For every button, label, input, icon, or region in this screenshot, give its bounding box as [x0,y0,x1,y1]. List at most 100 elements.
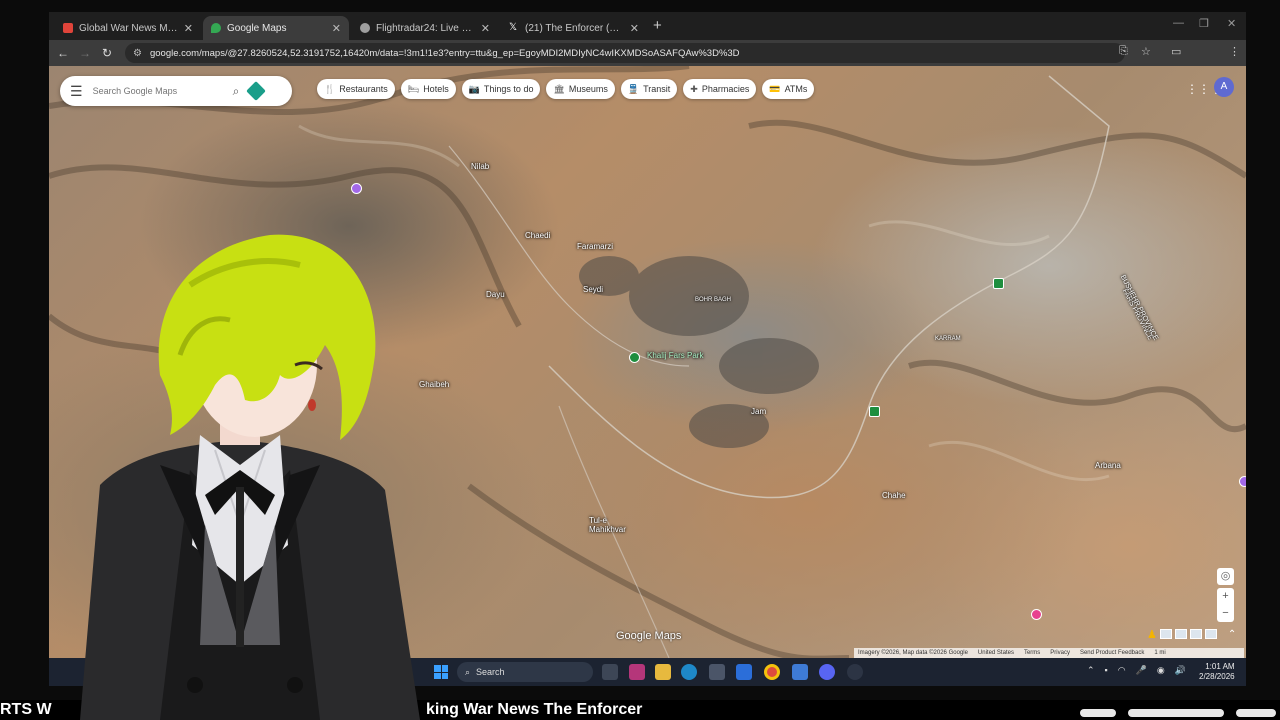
directions-icon[interactable] [246,81,267,101]
atm-icon: 💳 [769,83,781,94]
layer-thumb[interactable] [1159,629,1172,639]
restore-icon[interactable]: ❐ [1199,17,1209,30]
privacy-link[interactable]: Privacy [1050,650,1070,656]
scale-label[interactable]: 1 mi [1154,650,1165,656]
edge-icon[interactable] [681,664,697,680]
taskbar-clock[interactable]: 1:01 AM 2/28/2026 [1199,662,1235,682]
app-icon[interactable] [792,664,808,680]
tab-global-war-news[interactable]: Global War News Map Day 14 ( ✕ [55,16,201,40]
chrome-icon[interactable] [764,664,780,680]
place-label[interactable]: Arbana [1095,461,1121,470]
zoom-out-button[interactable]: − [1217,605,1234,622]
close-tab-icon[interactable]: ✕ [481,22,490,35]
chip-label: Restaurants [339,84,388,94]
search-icon[interactable]: ⌕ [233,84,240,99]
close-tab-icon[interactable]: ✕ [332,22,341,35]
chip-pharmacies[interactable]: ✚ Pharmacies [683,79,757,99]
minimize-icon[interactable]: — [1173,17,1184,29]
chip-museums[interactable]: 🏛 Museums [546,79,615,99]
chip-atms[interactable]: 💳 ATMs [762,79,815,99]
address-bar[interactable]: ⚙ google.com/maps/@27.8260524,52.3191752… [125,43,1125,63]
tab-flightradar[interactable]: Flightradar24: Live Flight Tracke ✕ [352,16,498,40]
place-label[interactable]: Nilab [471,162,489,171]
chip-restaurants[interactable]: 🍴 Restaurants [317,79,395,99]
browser-toolbar: ← → ↻ ⚙ google.com/maps/@27.8260524,52.3… [49,40,1246,87]
my-location-icon[interactable]: ◎ [1217,568,1234,585]
speaker-icon[interactable]: 🔊 [1175,665,1186,676]
layer-thumb[interactable] [1204,629,1217,639]
map-attribution: Imagery ©2026, Map data ©2026 Google Uni… [854,648,1244,658]
place-label[interactable]: Chaedi [525,231,550,240]
vtuber-avatar [80,234,420,720]
chip-label: Pharmacies [701,84,750,94]
url-text[interactable]: google.com/maps/@27.8260524,52.3191752,1… [150,48,740,59]
region-link[interactable]: United States [978,650,1014,656]
outlook-icon[interactable] [736,664,752,680]
layer-thumb[interactable] [1189,629,1202,639]
browser-menu-icon[interactable]: ⋮ [1229,45,1240,58]
wifi-icon[interactable]: ◠ [1118,665,1126,676]
poi-pin-icon[interactable] [351,183,362,194]
window-close-icon[interactable]: ✕ [1227,17,1236,30]
place-label[interactable]: KARRAM [935,336,961,342]
chip-label: Things to do [483,84,534,94]
poi-pin-icon[interactable] [1031,609,1042,620]
x-favicon-icon: 𝕏 [509,22,518,33]
obs-icon[interactable] [847,664,863,680]
maps-account-avatar[interactable]: A [1214,77,1234,97]
chevron-up-icon[interactable]: ⌃ [1228,629,1236,640]
poi-pin-icon[interactable] [1239,476,1246,487]
new-tab-button[interactable]: + [653,17,662,34]
site-settings-icon[interactable]: ⚙ [133,48,142,59]
road-marker-icon [993,278,1004,289]
chip-hotels[interactable]: 🛏 Hotels [400,79,456,99]
google-maps-logo: Google Maps [616,630,682,642]
network-icon[interactable]: ◉ [1157,665,1165,676]
windows-start-icon[interactable] [434,665,448,679]
close-tab-icon[interactable]: ✕ [184,22,193,35]
side-panel-icon[interactable]: ▭ [1171,45,1181,58]
layer-thumb[interactable] [1174,629,1187,639]
pegman-icon[interactable]: ♟ [1147,628,1157,641]
pharmacy-icon: ✚ [690,83,698,94]
reload-icon[interactable]: ↻ [96,46,118,60]
chip-transit[interactable]: 🚆 Transit [620,79,678,99]
place-label[interactable]: BOHR BAGH [695,297,731,303]
place-label[interactable]: Chahe [882,491,906,500]
park-label[interactable]: Khalij Fars Park [647,351,703,360]
file-explorer-icon[interactable] [655,664,671,680]
google-maps-favicon-icon [211,23,221,33]
taskbar-search[interactable]: ⌕ Search [457,662,593,682]
store-icon[interactable] [709,664,725,680]
microphone-icon[interactable]: 🎤 [1136,665,1147,676]
discord-icon[interactable] [819,664,835,680]
tab-google-maps[interactable]: Google Maps ✕ [203,16,349,40]
place-label[interactable]: Seydi [583,285,603,294]
tab-label: Global War News Map Day 14 ( [79,22,178,34]
close-tab-icon[interactable]: ✕ [630,22,639,35]
tray-app-icon[interactable]: ▪ [1105,665,1108,676]
place-label[interactable]: Tul-e Mahikhvar [589,516,629,534]
park-pin-icon[interactable] [629,352,640,363]
flightradar-favicon-icon [360,23,370,33]
install-app-icon[interactable]: ⎘ [1119,45,1128,58]
place-label[interactable]: Dayu [486,290,505,299]
hamburger-menu-icon[interactable]: ☰ [70,83,83,100]
forward-arrow-icon[interactable]: → [74,46,96,60]
place-label[interactable]: Jam [751,407,766,416]
chevron-up-icon[interactable]: ⌃ [1087,665,1095,676]
chip-label: ATMs [784,84,808,94]
place-label[interactable]: Ghaibeh [419,380,449,389]
place-label[interactable]: Faramarzi [577,242,613,251]
tab-x-enforcer[interactable]: 𝕏 (21) The Enforcer (@ItsTheEnfo ✕ [501,16,647,40]
copilot-icon[interactable] [629,664,645,680]
terms-link[interactable]: Terms [1024,650,1040,656]
chip-things-to-do[interactable]: 📷 Things to do [461,79,541,99]
task-view-icon[interactable] [602,664,618,680]
back-arrow-icon[interactable]: ← [52,46,74,60]
feedback-link[interactable]: Send Product Feedback [1080,650,1144,656]
search-input[interactable] [92,86,223,96]
zoom-in-button[interactable]: + [1217,588,1234,605]
maps-search-box[interactable]: ☰ ⌕ [60,76,292,106]
bookmark-star-icon[interactable]: ☆ [1141,45,1151,58]
